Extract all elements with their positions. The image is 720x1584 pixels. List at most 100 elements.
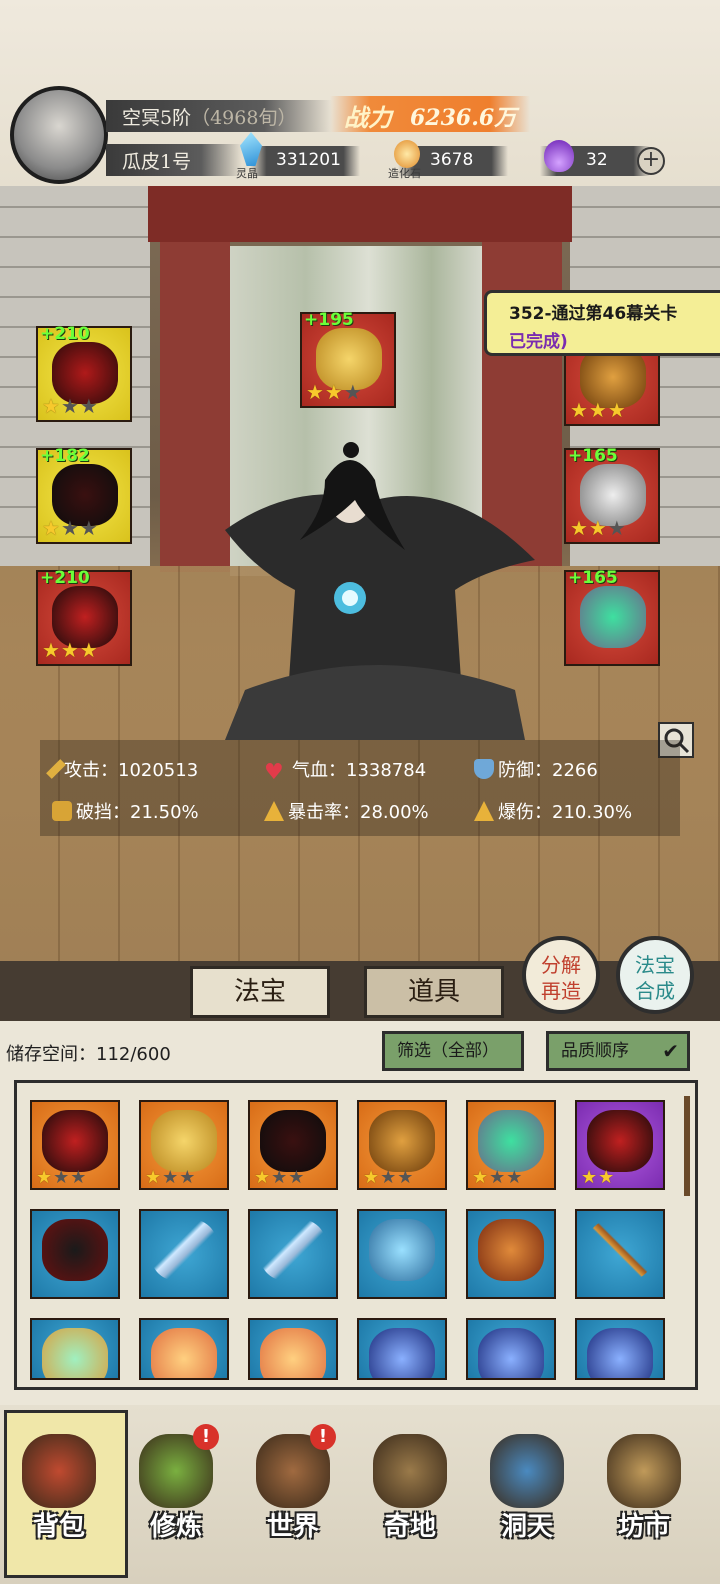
button-label: 分解 (541, 953, 581, 977)
inventory-item[interactable] (466, 1209, 556, 1299)
inventory-item[interactable] (139, 1209, 229, 1299)
stat-value: 210.30% (552, 802, 633, 823)
sort-button[interactable]: 品质顺序 ✔ (546, 1031, 690, 1071)
nav-market[interactable]: 坊市 (589, 1410, 699, 1580)
equip-slot-left-1[interactable]: +210 ★★★ (36, 324, 132, 422)
armor-icon (369, 1328, 435, 1378)
inventory-item[interactable]: ★★★ (466, 1100, 556, 1190)
inventory-item[interactable]: ★★★ (248, 1100, 338, 1190)
equip-slot-right-3[interactable]: +165 (564, 568, 660, 666)
stat-value: 1338784 (346, 760, 427, 781)
stat-label: 暴击率： (288, 802, 360, 823)
tab-items[interactable]: 道具 (364, 966, 504, 1018)
purple-flame-icon (544, 140, 574, 172)
realm-text: 空冥5阶 (122, 107, 192, 129)
currency-label: 造化石 (388, 167, 421, 180)
star-rating: ★★ (581, 1167, 616, 1188)
currency-value: 32 (586, 150, 608, 170)
inventory-item[interactable] (575, 1318, 665, 1380)
nav-grotto[interactable]: 洞天 (472, 1410, 582, 1580)
slot-bonus: +210 (40, 568, 90, 588)
wheel-icon (42, 1219, 108, 1281)
inventory-item[interactable] (30, 1318, 120, 1380)
inventory-item[interactable] (248, 1318, 338, 1380)
inventory-item[interactable]: ★★ (575, 1100, 665, 1190)
nav-label: 坊市 (617, 1512, 670, 1542)
equip-slot-left-3[interactable]: +210 ★★★ (36, 568, 132, 666)
inventory-item[interactable]: ★★★ (357, 1100, 447, 1190)
star-rating: ★★★ (306, 380, 363, 404)
storage-capacity: 储存空间：112/600 (6, 1040, 171, 1066)
storage-label: 储存空间： (6, 1044, 96, 1065)
nav-label: 世界 (266, 1512, 319, 1542)
equip-slot-left-2[interactable]: +182 ★★★ (36, 446, 132, 544)
nav-label: 洞天 (500, 1512, 553, 1542)
power-value: 6236.6万 (410, 105, 517, 131)
storage-value: 112/600 (96, 1044, 171, 1065)
stat-label: 防御： (498, 760, 552, 781)
inventory-item[interactable] (466, 1318, 556, 1380)
nav-label: 背包 (32, 1512, 85, 1542)
boots-icon (587, 1110, 653, 1172)
slot-bonus: +210 (40, 324, 90, 344)
nav-bag[interactable]: 背包 (4, 1410, 128, 1580)
cloud-ornament-icon (151, 1110, 217, 1172)
currency-value: 3678 (430, 150, 474, 170)
inventory-item[interactable] (248, 1209, 338, 1299)
stat-defense: 防御：2266 (474, 756, 598, 782)
meditating-cultivator (225, 442, 535, 740)
bag-icon (22, 1434, 96, 1508)
nav-world-scroll[interactable]: 世界! (238, 1410, 348, 1580)
sword-icon (260, 1219, 326, 1281)
stat-break-block: 破挡：21.50% (52, 798, 199, 824)
plus-icon[interactable]: + (637, 147, 665, 175)
inventory-item[interactable]: ★★★ (139, 1100, 229, 1190)
inventory-item[interactable] (357, 1318, 447, 1380)
slot-bonus: +165 (568, 446, 618, 466)
synthesize-button[interactable]: 法宝 合成 (616, 936, 694, 1014)
alert-badge: ! (310, 1424, 336, 1450)
inventory-scrollbar[interactable] (684, 1096, 690, 1196)
inventory-item[interactable] (30, 1209, 120, 1299)
armor-icon (478, 1328, 544, 1378)
player-name: 瓜皮1号 (106, 144, 242, 176)
currency-spirit-crystal: 331201 (250, 146, 360, 176)
star-rating: ★★★ (145, 1167, 197, 1188)
boots-icon (42, 1110, 108, 1172)
door-beam (148, 186, 572, 242)
avatar[interactable] (10, 86, 108, 184)
heart-icon: ♥ (264, 760, 284, 785)
stat-label: 破挡： (76, 802, 130, 823)
quest-banner[interactable]: 352-通过第46幕关卡 已完成) (484, 290, 720, 356)
tab-treasure[interactable]: 法宝 (190, 966, 330, 1018)
crit-rate-icon (264, 801, 284, 821)
nav-wonder-land[interactable]: 奇地 (355, 1410, 465, 1580)
button-label: 合成 (635, 979, 675, 1003)
alert-badge: ! (193, 1424, 219, 1450)
realm-label: 空冥5阶（4968旬） (106, 100, 332, 132)
market-icon (607, 1434, 681, 1508)
inventory-item[interactable] (575, 1209, 665, 1299)
stat-crit-damage: 爆伤：210.30% (474, 798, 632, 824)
equip-slot-right-2[interactable]: +165 ★★★ (564, 446, 660, 544)
nav-cultivate[interactable]: 修炼! (121, 1410, 231, 1580)
tab-bar (0, 961, 720, 1021)
crit-damage-icon (474, 801, 494, 821)
stat-crit-rate: 暴击率：28.00% (264, 798, 429, 824)
filter-button[interactable]: 筛选（全部） (382, 1031, 524, 1071)
decompose-button[interactable]: 分解 再造 (522, 936, 600, 1014)
stat-value: 1020513 (118, 760, 199, 781)
break-block-icon (52, 801, 72, 821)
armor-icon (587, 1328, 653, 1378)
crown-icon (369, 1110, 435, 1172)
realm-sub-text: （4968旬） (191, 107, 297, 129)
inventory-item[interactable] (357, 1209, 447, 1299)
inventory-item[interactable] (139, 1318, 229, 1380)
creation-stone-icon (394, 140, 420, 168)
inventory-item[interactable]: ★★★ (30, 1100, 120, 1190)
lion-mask-icon (260, 1328, 326, 1378)
equip-slot-top[interactable]: +195 ★★★ (300, 310, 396, 408)
nav-label: 奇地 (383, 1512, 436, 1542)
star-rating: ★★★ (570, 398, 627, 422)
star-rating: ★★★ (472, 1167, 524, 1188)
